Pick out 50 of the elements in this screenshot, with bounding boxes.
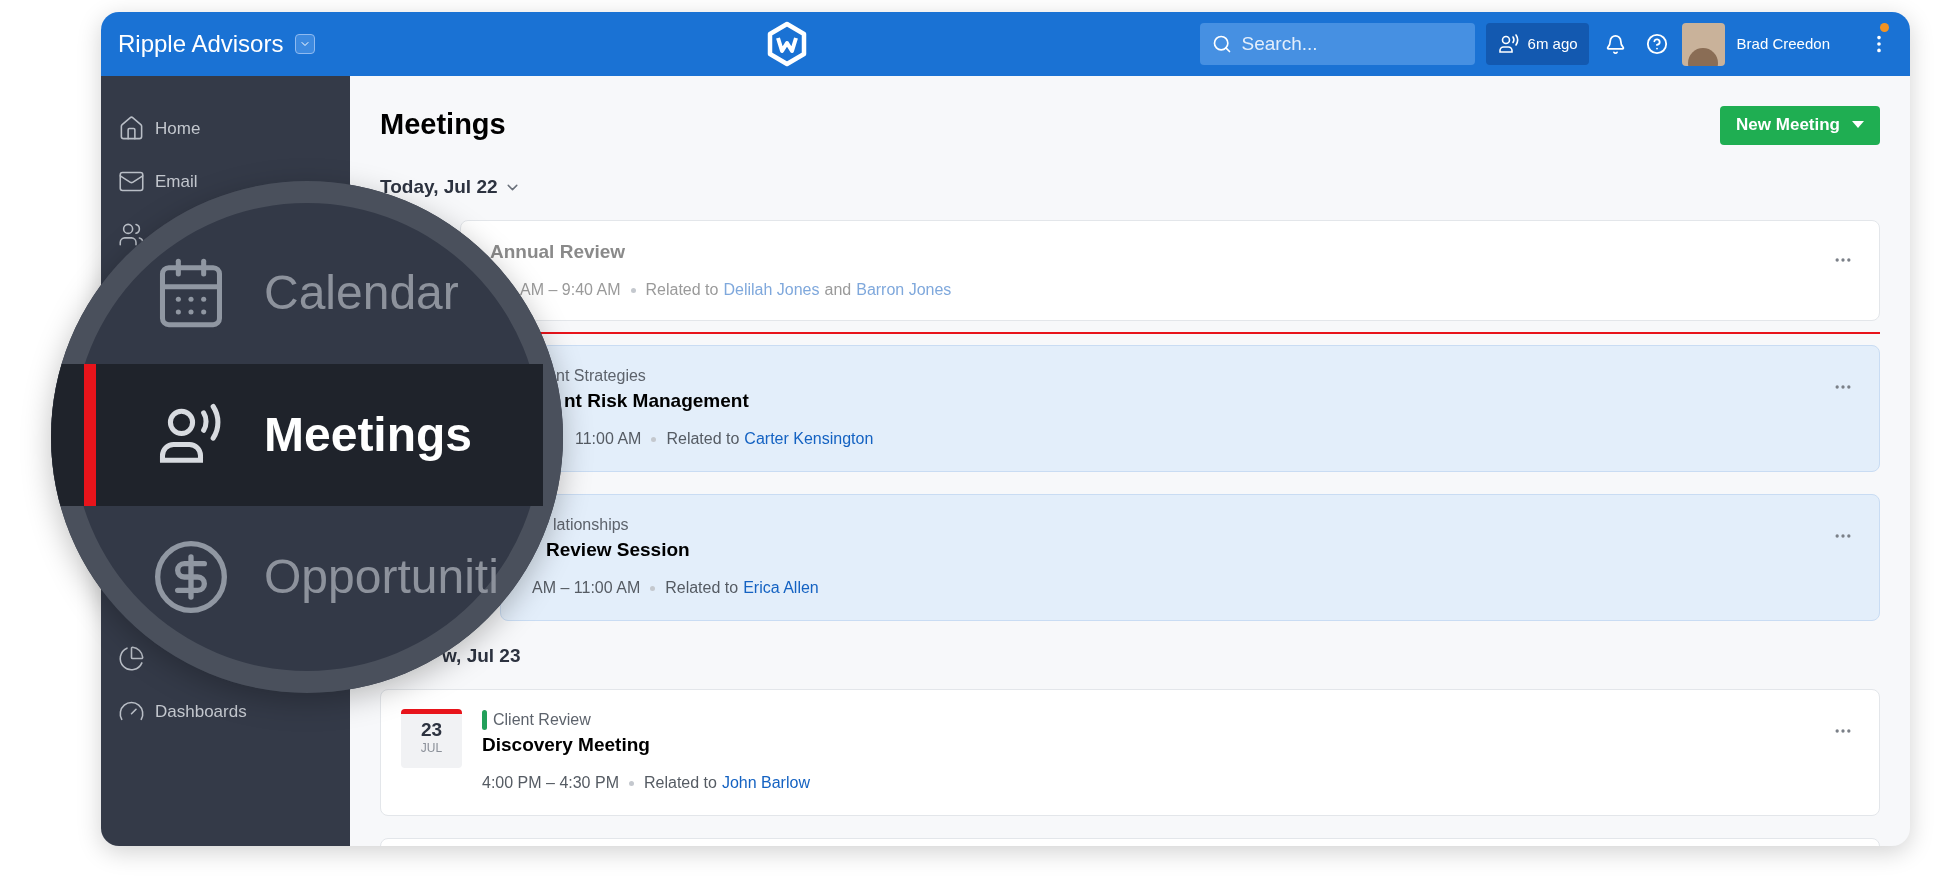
meeting-category: nt Strategies	[556, 366, 646, 386]
meeting-time: 4:00 PM – 4:30 PM	[482, 773, 619, 793]
notifications-icon[interactable]	[1604, 33, 1626, 55]
search-icon	[1211, 34, 1232, 54]
magnified-nav-item[interactable]: Calendar	[51, 222, 461, 364]
page-title: Meetings	[380, 107, 506, 143]
meeting-title: Review Session	[546, 538, 690, 562]
search-field[interactable]: Search...	[1199, 23, 1475, 65]
meetings-icon	[1496, 32, 1521, 56]
related-label: Related to	[643, 773, 717, 793]
recent-activity-button[interactable]: 6m ago	[1485, 23, 1589, 65]
date-month: JUL	[420, 741, 443, 755]
meeting-title: nt Risk Management	[564, 389, 749, 413]
org-name: Ripple Advisors	[118, 29, 284, 59]
related-label: Related to	[645, 280, 719, 300]
magnified-nav-label: Calendar	[264, 265, 459, 321]
magnified-nav-label: Opportuniti	[264, 549, 499, 605]
dot-separator-icon	[628, 780, 634, 786]
user-name: Brad Creedon	[1736, 33, 1830, 54]
meeting-category: lationships	[553, 515, 629, 535]
dot-separator-icon	[630, 287, 636, 293]
magnified-nav-label: Meetings	[264, 407, 473, 463]
help-icon[interactable]	[1645, 33, 1668, 55]
meeting-card[interactable]: 23 JUL Client Review Discovery Meeting 4:00 PM – 4:30 PM Related to John Barlow	[380, 689, 1880, 816]
meeting-time: AM – 11:00 AM	[532, 578, 641, 598]
sidebar-item[interactable]: Dashboards	[155, 698, 247, 725]
caret-icon	[1852, 121, 1864, 129]
people-icon[interactable]	[118, 221, 145, 248]
pie-chart-icon[interactable]	[118, 645, 145, 672]
related-label: Related to	[665, 578, 739, 598]
meeting-title: Annual Review	[490, 240, 626, 264]
date-day: 23	[420, 719, 443, 741]
sidebar-item[interactable]: Home	[155, 115, 201, 142]
day-heading: Today, Jul 22	[380, 174, 498, 199]
related-joiner: and	[824, 280, 852, 300]
meeting-category: Client Review	[493, 710, 591, 730]
home-icon[interactable]	[118, 115, 145, 142]
magnified-nav-item[interactable]: Meetings	[51, 364, 543, 506]
contact-link[interactable]: John Barlow	[721, 771, 810, 795]
dot-separator-icon	[651, 436, 657, 442]
meeting-title: Discovery Meeting	[482, 733, 650, 757]
org-dropdown[interactable]	[295, 34, 316, 54]
meeting-time: 11:00 AM	[575, 429, 642, 449]
dot-separator-icon	[650, 585, 656, 591]
meeting-card[interactable]: lationships Review Session AM – 11:00 AM Related to Erica Allen	[500, 494, 1880, 621]
contact-link[interactable]: Carter Kensington	[744, 427, 874, 451]
meeting-card[interactable]: Annual Review AM – 9:40 AM Related to Delilah Jones and Barron Jones	[460, 220, 1880, 321]
meeting-time: AM – 9:40 AM	[520, 280, 621, 300]
contact-link[interactable]: Erica Allen	[743, 576, 819, 600]
related-label: Related to	[666, 429, 740, 449]
